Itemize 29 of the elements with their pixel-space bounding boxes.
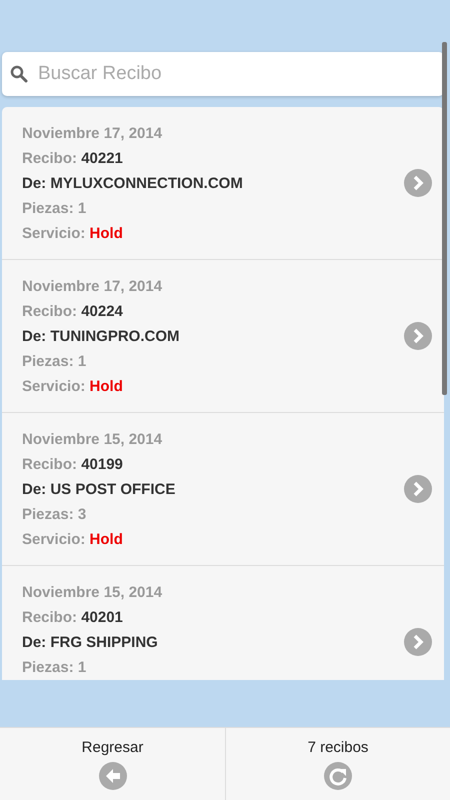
receipt-number: Recibo: 40221 <box>22 149 124 168</box>
receipt-date: Noviembre 17, 2014 <box>22 124 164 143</box>
receipt-item[interactable]: Noviembre 15, 2014 Recibo: 40201 De: FRG SHIPPING Piezas: 1 <box>2 566 444 680</box>
refresh-icon <box>324 762 352 790</box>
receipt-date: Noviembre 17, 2014 <box>22 277 164 296</box>
chevron-right-icon <box>404 628 432 656</box>
pieces: Piezas: 1 <box>22 199 88 218</box>
receipt-date: Noviembre 15, 2014 <box>22 430 164 449</box>
sender: De: TUNINGPRO.COM <box>22 327 180 346</box>
sender: De: FRG SHIPPING <box>22 633 159 652</box>
sender: De: US POST OFFICE <box>22 480 176 499</box>
chevron-right-icon <box>404 322 432 350</box>
pieces: Piezas: 3 <box>22 505 88 524</box>
service: Servicio: Hold <box>22 530 124 549</box>
scrollbar[interactable] <box>442 42 447 395</box>
pieces: Piezas: 1 <box>22 352 88 371</box>
pieces: Piezas: 1 <box>22 658 88 677</box>
chevron-right-icon <box>404 475 432 503</box>
search-icon <box>10 65 28 83</box>
search-field[interactable]: Buscar Recibo <box>2 52 444 96</box>
sender: De: MYLUXCONNECTION.COM <box>22 174 244 193</box>
receipt-number: Recibo: 40199 <box>22 455 124 474</box>
receipt-number: Recibo: 40224 <box>22 302 124 321</box>
service: Servicio: Hold <box>22 224 124 243</box>
chevron-right-icon <box>404 169 432 197</box>
receipt-date: Noviembre 15, 2014 <box>22 583 164 602</box>
receipt-item[interactable]: Noviembre 15, 2014 Recibo: 40199 De: US POST OFFICE Piezas: 3 Servicio: Hold <box>2 413 444 566</box>
service: Servicio: Hold <box>22 377 124 396</box>
receipt-number: Recibo: 40201 <box>22 608 124 627</box>
